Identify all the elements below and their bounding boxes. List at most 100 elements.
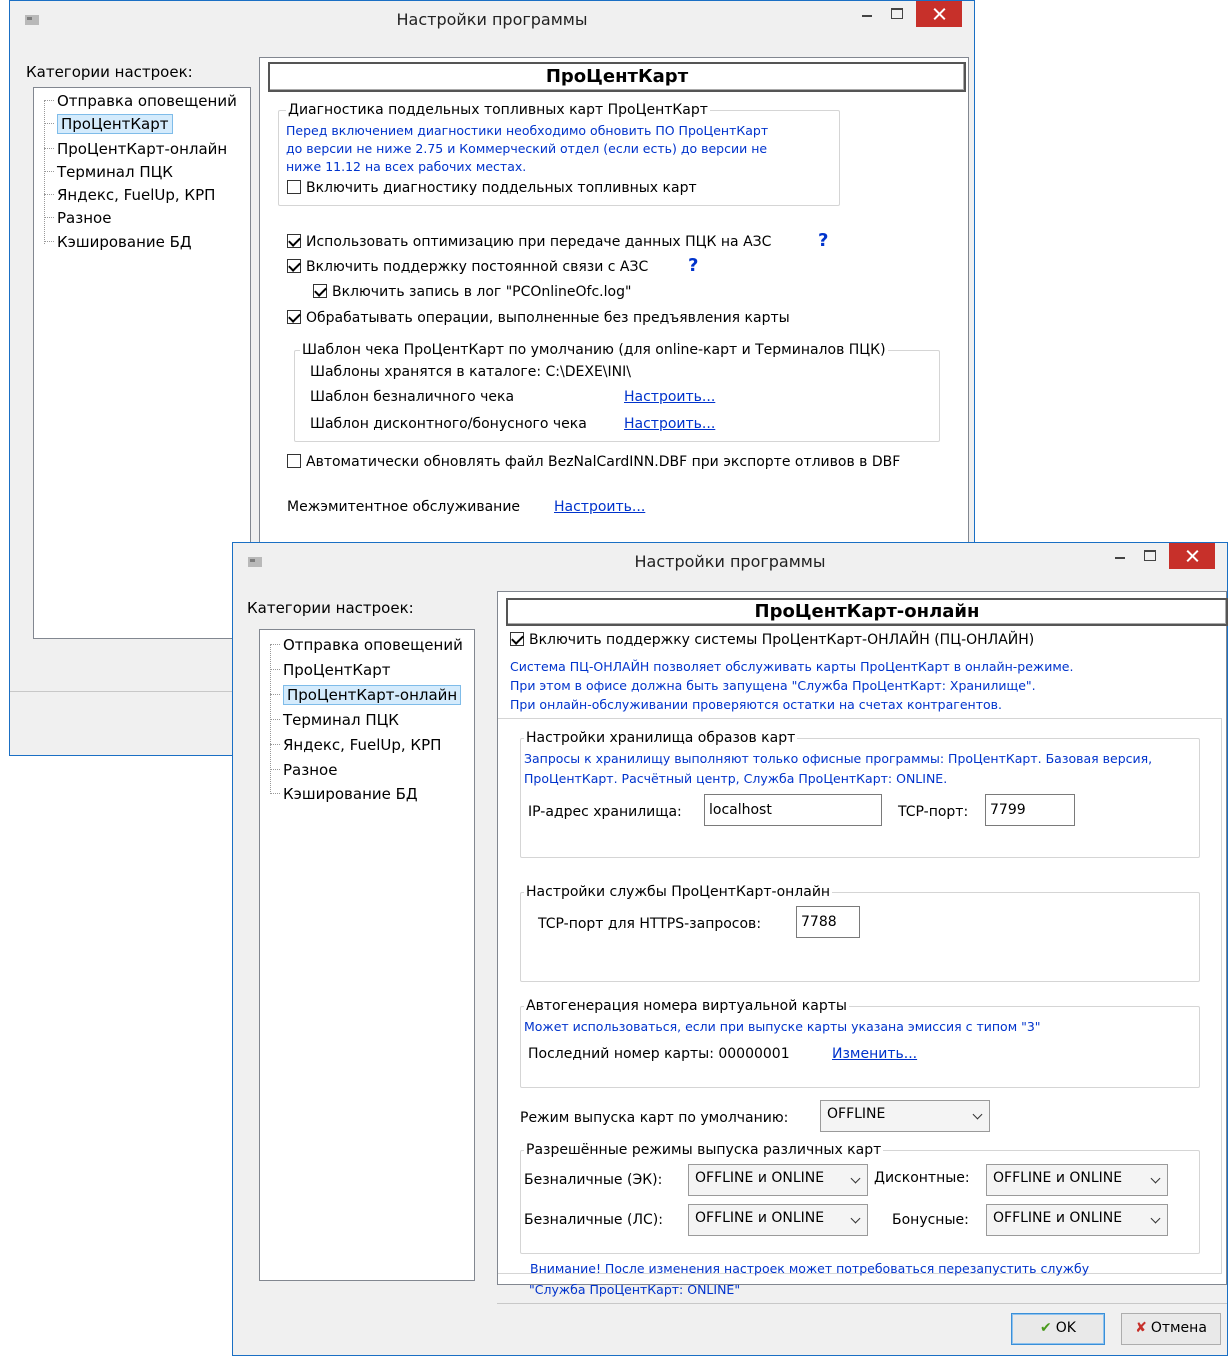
service-group [520,892,1200,982]
checkbox-label: Включить диагностику поддельных топливны… [306,180,697,196]
categories-label: Категории настроек: [26,63,193,81]
tree-item-label: Отправка оповещений [57,92,237,110]
close-button[interactable] [1169,543,1215,569]
close-button[interactable] [916,1,962,27]
cashless-ek-label: Безналичные (ЭК): [524,1172,663,1188]
checkbox-label: Включить запись в лог "PCOnlineOfc.log" [332,284,632,300]
checkbox-box[interactable] [287,310,301,324]
issue-mode-label: Режим выпуска карт по умолчанию: [520,1110,789,1126]
storage-group-title: Настройки хранилища образов карт [524,730,798,746]
discount-label: Дисконтные: [874,1170,970,1186]
https-port-input[interactable]: 7788 [796,906,860,938]
diag-checkbox[interactable]: Включить диагностику поддельных топливны… [287,180,697,196]
online-note-2: При этом в офисе должна быть запущена "С… [510,678,1036,693]
no-card-ops-checkbox[interactable]: Обрабатывать операции, выполненные без п… [287,310,790,326]
cross-icon: ✘ [1135,1320,1147,1336]
discount-select[interactable]: OFFLINE и ONLINE [986,1164,1168,1196]
change-card-number-link[interactable]: Изменить... [832,1046,917,1062]
tcp-label: TCP-порт: [898,804,969,820]
chevron-down-icon [1150,1173,1161,1184]
diag-group-title: Диагностика поддельных топливных карт Пр… [286,102,710,118]
tree-item-label: ПроЦентКарт [57,114,173,134]
panel-title: ПроЦентКарт-онлайн [506,598,1228,626]
online-note-3: При онлайн-обслуживании проверяются оста… [510,697,1002,712]
front-footer-divider [497,1303,1227,1304]
chevron-down-icon [850,1173,861,1184]
front-titlebar: Настройки программы [233,543,1227,581]
panel-title: ПроЦентКарт [268,62,966,92]
online-support-checkbox[interactable]: Включить поддержку системы ПроЦентКарт-О… [510,632,1034,648]
template-cashless-label: Шаблон безналичного чека [310,389,515,405]
checkbox-box[interactable] [287,259,301,273]
help-icon[interactable]: ? [688,255,698,276]
tree-item-notifications[interactable]: Отправка оповещений [270,636,463,654]
tree-item-label: ПроЦентКарт-онлайн [283,685,462,705]
select-value: OFFLINE и ONLINE [695,1210,825,1226]
ok-button[interactable]: ✔ OK [1011,1313,1105,1345]
categories-tree: Отправка оповещений ПроЦентКарт ПроЦентК… [259,629,475,1281]
issue-mode-select[interactable]: OFFLINE [820,1100,990,1132]
chevron-down-icon [850,1213,861,1224]
checkbox-label: Обрабатывать операции, выполненные без п… [306,310,790,326]
ip-input[interactable]: localhost [704,794,882,826]
checkbox-box[interactable] [287,454,301,468]
tree-item-misc[interactable]: Разное [270,761,337,779]
template-dir: Шаблоны хранятся в каталоге: C:\DEXE\INI… [310,364,631,380]
tree-item-label: Разное [283,761,338,779]
tree-item-misc[interactable]: Разное [44,209,111,227]
ok-label: OK [1055,1320,1076,1336]
minimize-button[interactable] [1105,543,1135,569]
interissuer-setup-link[interactable]: Настроить... [554,499,645,515]
checkbox-box[interactable] [287,180,301,194]
permanent-link-checkbox[interactable]: Включить поддержку постоянной связи с АЗ… [287,259,648,275]
auto-update-checkbox[interactable]: Автоматически обновлять файл BezNalCardI… [287,454,900,470]
tree-item-db-cache[interactable]: Кэширование БД [44,233,192,251]
tree-item-notifications[interactable]: Отправка оповещений [44,92,237,110]
tree-item-procentcard-online[interactable]: ПроЦентКарт-онлайн [44,140,227,158]
chevron-down-icon [1150,1213,1161,1224]
checkbox-label: Автоматически обновлять файл BezNalCardI… [306,454,901,470]
tcp-port-input[interactable]: 7799 [985,794,1075,826]
minimize-button[interactable] [852,1,882,27]
checkbox-label: Включить поддержку постоянной связи с АЗ… [306,259,649,275]
tree-item-label: Терминал ПЦК [57,163,173,181]
log-checkbox[interactable]: Включить запись в лог "PCOnlineOfc.log" [313,284,631,300]
diag-note-3: ниже 11.12 на всех рабочих местах. [286,159,527,174]
cancel-label: Отмена [1150,1320,1207,1336]
tree-item-procentcard[interactable]: ПроЦентКарт [44,114,173,134]
template-discount-label: Шаблон дисконтного/бонусного чека [310,416,587,432]
template-discount-setup-link[interactable]: Настроить... [624,416,715,432]
template-cashless-setup-link[interactable]: Настроить... [624,389,715,405]
tree-item-label: ПроЦентКарт-онлайн [57,140,228,158]
maximize-button[interactable] [882,1,912,27]
checkbox-box[interactable] [313,284,327,298]
tree-item-yandex[interactable]: Яндекс, FuelUp, КРП [270,736,441,754]
tree-item-yandex[interactable]: Яндекс, FuelUp, КРП [44,186,215,204]
bonus-select[interactable]: OFFLINE и ONLINE [986,1204,1168,1236]
service-group-title: Настройки службы ПроЦентКарт-онлайн [524,884,833,900]
https-port-label: TCP-порт для HTTPS-запросов: [538,916,762,932]
tree-item-terminal[interactable]: Терминал ПЦК [270,711,399,729]
back-titlebar: Настройки программы [10,1,974,39]
checkmark-icon: ✔ [1040,1320,1052,1336]
cashless-ek-select[interactable]: OFFLINE и ONLINE [688,1164,868,1196]
tree-item-procentcard-online[interactable]: ПроЦентКарт-онлайн [270,685,462,705]
tree-item-procentcard[interactable]: ПроЦентКарт [270,661,391,679]
checkbox-box[interactable] [510,632,524,646]
cashless-ls-select[interactable]: OFFLINE и ONLINE [688,1204,868,1236]
tree-item-db-cache[interactable]: Кэширование БД [270,785,418,803]
diag-note-1: Перед включением диагностики необходимо … [286,123,769,138]
tree-item-label: Терминал ПЦК [283,711,399,729]
cashless-ls-label: Безналичные (ЛС): [524,1212,663,1228]
help-icon[interactable]: ? [818,230,828,251]
diag-note-2: до версии не ниже 2.75 и Коммерческий от… [286,141,768,156]
tree-item-terminal[interactable]: Терминал ПЦК [44,163,173,181]
optimization-checkbox[interactable]: Использовать оптимизацию при передаче да… [287,234,771,250]
tree-item-label: Яндекс, FuelUp, КРП [283,736,442,754]
maximize-button[interactable] [1135,543,1165,569]
checkbox-box[interactable] [287,234,301,248]
window-title: Настройки программы [396,10,588,29]
cancel-button[interactable]: ✘ Отмена [1121,1313,1221,1345]
window-title: Настройки программы [634,552,826,571]
last-card-number: Последний номер карты: 00000001 [528,1046,790,1062]
